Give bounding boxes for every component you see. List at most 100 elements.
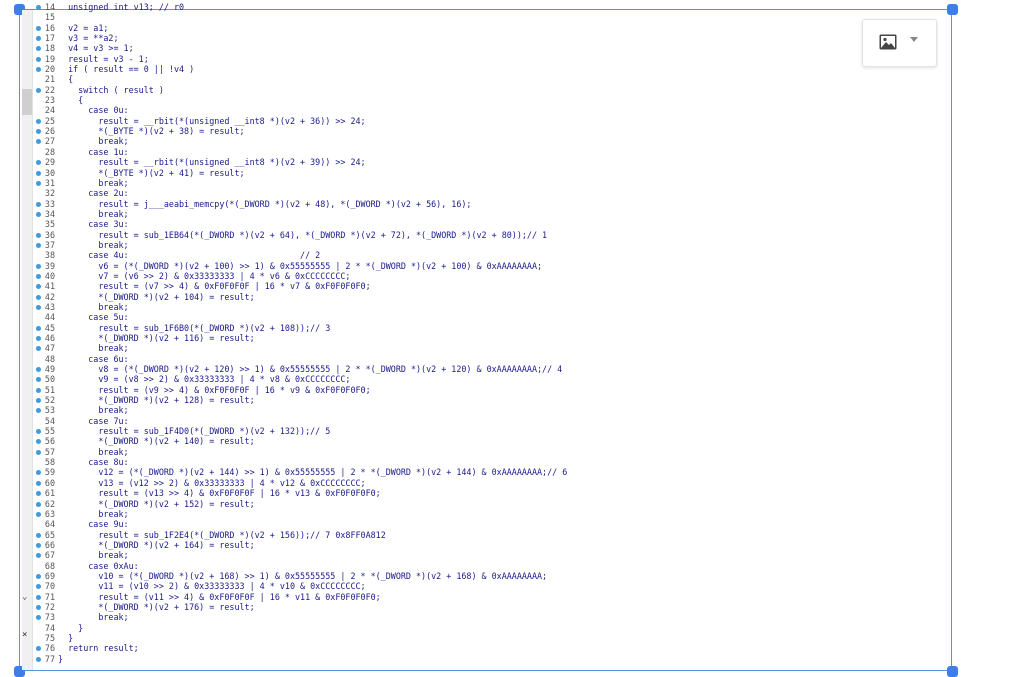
code-line: 67 break; (33, 550, 567, 560)
code-line: 35 case 3u: (33, 219, 567, 229)
code-line: 30 *(_BYTE *)(v2 + 41) = result; (33, 168, 567, 178)
code-line: 15 (33, 12, 567, 22)
code-line: 18 v4 = v3 >= 1; (33, 43, 567, 53)
code-line: 20 if ( result == 0 || !v4 ) (33, 64, 567, 74)
code-text: result = (v7 >> 4) & 0xF0F0F0F | 16 * v7… (58, 281, 371, 292)
breakpoint-dot-icon[interactable] (36, 232, 41, 238)
code-text: case 6u: (58, 353, 129, 364)
code-line: 54 case 7u: (33, 416, 567, 426)
resize-handle-top-right[interactable] (947, 4, 958, 15)
breakpoint-dot-icon[interactable] (36, 325, 41, 331)
line-number: 58 (44, 457, 55, 468)
breakpoint-dot-icon[interactable] (36, 273, 41, 279)
code-line: 45 result = sub_1F6B0(*(_DWORD *)(v2 + 1… (33, 323, 567, 333)
breakpoint-dot-icon[interactable] (36, 36, 41, 42)
code-text: case 0u: (58, 105, 129, 116)
breakpoint-dot-icon[interactable] (36, 242, 41, 248)
breakpoint-dot-icon[interactable] (36, 201, 41, 207)
code-line: 64 case 9u: (33, 519, 567, 529)
breakpoint-dot-icon[interactable] (36, 656, 41, 662)
code-line: 49 v8 = (*(_DWORD *)(v2 + 120) >> 1) & 0… (33, 364, 567, 374)
close-icon[interactable]: × (22, 630, 27, 640)
line-number: 24 (44, 105, 55, 116)
code-text: result = (v9 >> 4) & 0xF0F0F0F | 16 * v9… (58, 384, 371, 395)
breakpoint-dot-icon[interactable] (36, 594, 41, 600)
code-text: break; (58, 508, 129, 519)
breakpoint-dot-icon[interactable] (36, 294, 41, 300)
caret-down-icon[interactable] (910, 37, 918, 42)
line-number: 64 (44, 519, 55, 530)
scrollbar-thumb[interactable] (22, 89, 32, 115)
image-options-button[interactable] (862, 19, 937, 67)
line-number: 54 (44, 415, 55, 426)
line-number: 35 (44, 219, 55, 230)
breakpoint-dot-icon[interactable] (36, 56, 41, 62)
code-text: case 5u: (58, 312, 129, 323)
breakpoint-dot-icon[interactable] (36, 501, 41, 507)
code-line: 51 result = (v9 >> 4) & 0xF0F0F0F | 16 *… (33, 385, 567, 395)
code-text: { (58, 74, 74, 85)
code-text: break; (58, 343, 129, 354)
breakpoint-dot-icon[interactable] (36, 180, 41, 186)
breakpoint-dot-icon[interactable] (36, 5, 41, 10)
resize-handle-bottom-right[interactable] (947, 666, 958, 677)
code-line: 73 break; (33, 612, 567, 622)
breakpoint-dot-icon[interactable] (36, 604, 41, 610)
breakpoint-dot-icon[interactable] (36, 573, 41, 579)
code-text: case 0xAu: (58, 560, 139, 571)
code-text: result = sub_1F4D0(*(_DWORD *)(v2 + 132)… (58, 426, 331, 437)
code-text: } (58, 622, 84, 633)
breakpoint-dot-icon[interactable] (36, 449, 41, 455)
code-line: 74 } (33, 623, 567, 633)
code-text: break; (58, 136, 129, 147)
breakpoint-dot-icon[interactable] (36, 87, 41, 93)
code-line: 59 v12 = (*(_DWORD *)(v2 + 144) >> 1) & … (33, 467, 567, 477)
line-number: 44 (44, 312, 55, 323)
code-line: 37 break; (33, 240, 567, 250)
code-line: 32 case 2u: (33, 188, 567, 198)
line-number: 23 (44, 95, 55, 106)
code-line: 24 case 0u: (33, 105, 567, 115)
code-line: 23 { (33, 95, 567, 105)
code-text: *(_DWORD *)(v2 + 152) = result; (58, 498, 255, 509)
collapse-icon[interactable]: ⌄ (22, 592, 27, 602)
breakpoint-dot-icon[interactable] (36, 387, 41, 393)
code-text: unsigned int v13; // r0 (58, 2, 185, 12)
breakpoint-dot-icon[interactable] (36, 263, 41, 269)
code-line: 71 result = (v11 >> 4) & 0xF0F0F0F | 16 … (33, 592, 567, 602)
code-line: 43 break; (33, 302, 567, 312)
code-line: 17 v3 = **a2; (33, 33, 567, 43)
breakpoint-dot-icon[interactable] (36, 480, 41, 486)
breakpoint-dot-icon[interactable] (36, 118, 41, 124)
code-line: 63 break; (33, 509, 567, 519)
code-line: 65 result = sub_1F2E4(*(_DWORD *)(v2 + 1… (33, 530, 567, 540)
code-text: *(_DWORD *)(v2 + 140) = result; (58, 436, 255, 447)
code-text: v7 = (v6 >> 2) & 0x33333333 | 4 * v6 & 0… (58, 270, 351, 281)
code-line: 14 unsigned int v13; // r0 (33, 2, 567, 12)
breakpoint-dot-icon[interactable] (36, 542, 41, 548)
breakpoint-dot-icon[interactable] (36, 211, 41, 217)
code-line: 33 result = j___aeabi_memcpy(*(_DWORD *)… (33, 199, 567, 209)
code-text: return result; (58, 643, 139, 654)
code-text: break; (58, 208, 129, 219)
breakpoint-dot-icon[interactable] (36, 25, 41, 31)
code-text: { (58, 95, 84, 106)
breakpoint-dot-icon[interactable] (36, 511, 41, 517)
code-line: 56 *(_DWORD *)(v2 + 140) = result; (33, 436, 567, 446)
code-text: v13 = (v12 >> 2) & 0x33333333 | 4 * v12 … (58, 477, 366, 488)
code-line: 21 { (33, 74, 567, 84)
breakpoint-dot-icon[interactable] (36, 336, 41, 341)
code-line: 66 *(_DWORD *)(v2 + 164) = result; (33, 540, 567, 550)
code-text: *(_DWORD *)(v2 + 116) = result; (58, 333, 255, 343)
code-text: v12 = (*(_DWORD *)(v2 + 144) >> 1) & 0x5… (58, 467, 568, 478)
code-line: 47 break; (33, 343, 567, 353)
code-text: case 9u: (58, 519, 129, 530)
code-text: break; (58, 446, 129, 457)
breakpoint-dot-icon[interactable] (36, 304, 41, 310)
code-line: 41 result = (v7 >> 4) & 0xF0F0F0F | 16 *… (33, 281, 567, 291)
code-line: 29 result = __rbit(*(unsigned __int8 *)(… (33, 157, 567, 167)
breakpoint-dot-icon[interactable] (36, 367, 41, 373)
breakpoint-dot-icon[interactable] (36, 532, 41, 538)
code-text: v8 = (*(_DWORD *)(v2 + 120) >> 1) & 0x55… (58, 364, 563, 375)
breakpoint-dot-icon[interactable] (36, 170, 41, 176)
